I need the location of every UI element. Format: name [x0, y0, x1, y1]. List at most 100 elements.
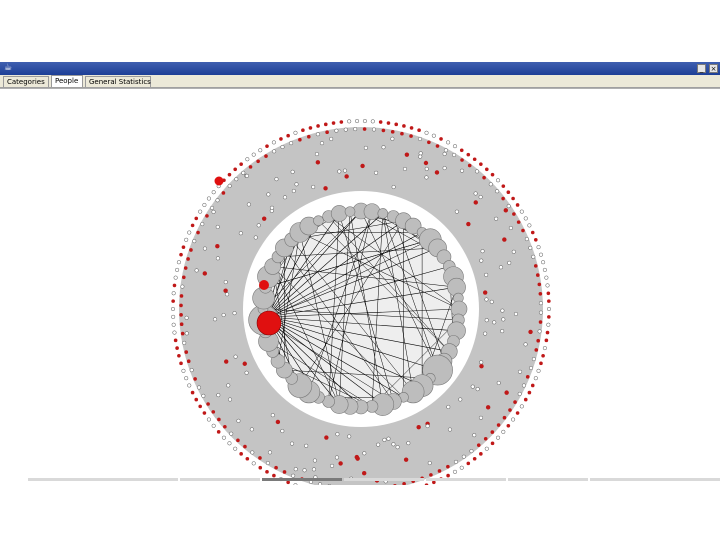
red-dot [536, 338, 540, 343]
tab-general-statistics[interactable]: General Statistics [85, 76, 151, 87]
white-dot [312, 458, 317, 463]
white-dot [500, 308, 505, 313]
white-dot [244, 370, 249, 375]
red-dot [323, 186, 328, 191]
red-dot [446, 473, 450, 478]
white-dot [521, 383, 526, 388]
white-dot [189, 368, 194, 373]
red-dot [223, 288, 228, 293]
red-dot [354, 454, 359, 460]
red-dot [544, 338, 549, 343]
red-dot [360, 163, 365, 169]
red-dot [503, 208, 509, 213]
red-dot [403, 457, 409, 462]
red-dot [242, 361, 247, 366]
people-network-graph[interactable] [0, 89, 720, 500]
red-dot [525, 375, 530, 379]
tab-people[interactable]: People [51, 75, 83, 87]
white-dot [209, 205, 215, 211]
person-node [344, 206, 356, 217]
white-dot [355, 118, 360, 124]
white-dot [536, 245, 541, 250]
red-dot [186, 257, 190, 261]
white-dot [245, 157, 250, 162]
red-dot [434, 170, 440, 175]
white-dot [206, 196, 211, 201]
red-dot [184, 350, 189, 354]
white-dot [528, 365, 534, 371]
white-dot [478, 195, 483, 200]
red-dot [437, 469, 442, 473]
white-dot [494, 216, 499, 221]
white-dot [319, 141, 325, 146]
red-dot [193, 377, 197, 381]
white-dot [221, 312, 226, 318]
red-dot [466, 221, 471, 227]
status-segment [590, 478, 720, 481]
white-dot [452, 144, 458, 149]
red-dot [182, 275, 186, 280]
white-dot [469, 449, 474, 454]
red-dot [179, 361, 183, 366]
status-segment [426, 478, 506, 481]
white-dot [427, 460, 432, 466]
white-dot [337, 169, 342, 174]
close-button[interactable]: × [709, 64, 718, 73]
tab-categories[interactable]: Categories [3, 76, 49, 87]
red-dot [538, 291, 543, 296]
white-dot [545, 283, 550, 288]
red-dot [484, 167, 489, 172]
red-dot [236, 438, 240, 443]
red-dot [189, 248, 193, 252]
red-dot [400, 131, 404, 136]
white-dot [511, 249, 516, 254]
red-dot [502, 237, 507, 242]
white-dot [184, 331, 189, 336]
minimize-button[interactable]: _ [697, 64, 706, 73]
white-dot [374, 170, 379, 175]
red-dot [528, 329, 533, 335]
red-dot [216, 430, 221, 434]
red-dot [179, 313, 183, 317]
white-dot [251, 152, 256, 157]
white-dot [495, 435, 501, 440]
white-dot [489, 299, 494, 304]
red-dot [546, 291, 551, 296]
white-dot [406, 441, 411, 446]
white-dot [391, 184, 396, 190]
white-dot [508, 225, 513, 231]
red-dot [315, 160, 321, 165]
white-dot [459, 465, 464, 470]
white-dot [347, 434, 352, 439]
white-dot [294, 182, 299, 187]
status-segment-active [262, 478, 342, 481]
red-dot [361, 471, 367, 476]
red-dot [175, 346, 179, 350]
white-dot [269, 205, 275, 210]
red-dot [516, 220, 521, 224]
white-dot [334, 128, 339, 133]
red-dot [409, 134, 413, 138]
red-dot [523, 397, 528, 402]
red-dot [248, 165, 253, 169]
white-dot [270, 413, 275, 418]
white-dot [227, 183, 232, 188]
red-dot [496, 423, 501, 427]
title-bar[interactable]: ☕ _ × [0, 62, 720, 75]
red-dot [362, 127, 367, 131]
white-dot [418, 154, 423, 159]
white-dot [200, 222, 205, 227]
white-dot [211, 190, 216, 195]
red-dot [501, 196, 505, 201]
white-dot [335, 432, 340, 437]
white-dot [479, 360, 484, 365]
red-dot [482, 175, 486, 180]
red-dot [202, 411, 207, 415]
white-dot [501, 317, 506, 322]
white-dot [538, 252, 544, 257]
white-dot [187, 230, 192, 235]
graph-canvas[interactable] [0, 88, 720, 500]
status-segment [344, 478, 424, 481]
white-dot [479, 258, 484, 263]
red-dot [533, 237, 538, 242]
